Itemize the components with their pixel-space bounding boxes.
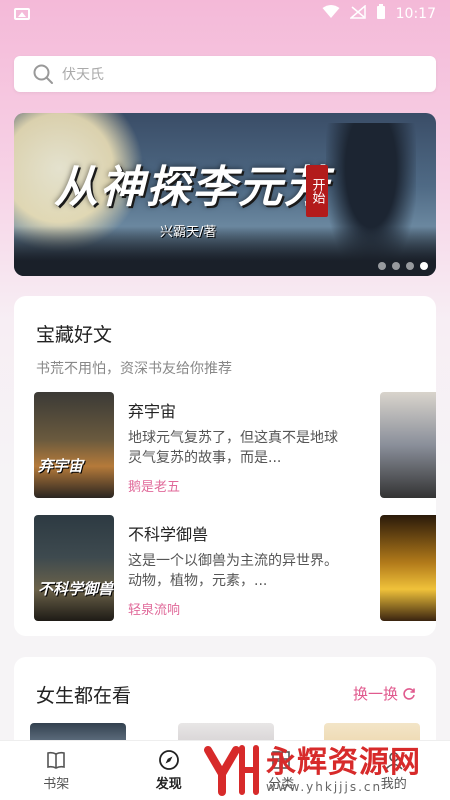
watermark-logo-icon <box>204 745 259 796</box>
book-description: 这是一个以御兽为主流的异世界。动物，植物，元素，... <box>128 553 338 589</box>
book-description: 地球元气复苏了，但这真不是地球灵气复苏的故事，而是... <box>128 430 338 466</box>
wifi-icon <box>322 5 340 23</box>
section-subtitle: 书荒不用怕，资深书友给你推荐 <box>36 361 232 377</box>
book-item[interactable]: 不科学御兽 不科学御兽 这是一个以御兽为主流的异世界。动物，植物，元素，... … <box>34 515 436 621</box>
search-input[interactable]: 伏天氏 <box>14 56 436 92</box>
book-cover[interactable]: 弃宇宙 <box>34 392 114 498</box>
book-item[interactable]: 弃宇宙 弃宇宙 地球元气复苏了，但这真不是地球灵气复苏的故事，而是... 鹅是老… <box>34 392 436 498</box>
gallery-icon <box>14 8 30 20</box>
refresh-button[interactable]: 换一换 <box>353 683 416 704</box>
tab-label: 发现 <box>155 777 182 792</box>
book-title: 弃宇宙 <box>128 402 177 421</box>
cover-title: 不科学御兽 <box>38 580 114 598</box>
battery-icon <box>376 4 386 24</box>
refresh-icon <box>403 687 415 700</box>
banner-dot[interactable] <box>392 262 400 270</box>
banner-dot[interactable] <box>406 262 414 270</box>
status-time: 10:17 <box>395 6 436 22</box>
book-author: 鹅是老五 <box>128 480 181 495</box>
tab-label: 书架 <box>43 777 70 792</box>
book-cover[interactable]: 不科学御兽 <box>34 515 114 621</box>
banner-seal: 开始 <box>306 165 328 217</box>
refresh-label: 换一换 <box>352 685 398 703</box>
no-signal-icon <box>348 4 366 23</box>
banner-pagination <box>378 262 428 270</box>
watermark-text: 永辉资源网 <box>266 745 421 780</box>
compass-icon <box>158 750 179 770</box>
tab-bookshelf[interactable]: 书架 <box>0 741 113 800</box>
status-bar: 10:17 <box>0 0 450 28</box>
book-title: 不科学御兽 <box>128 525 209 544</box>
section-title: 宝藏好文 <box>36 324 113 346</box>
banner-dot[interactable] <box>378 262 386 270</box>
section-treasure: 宝藏好文 书荒不用怕，资深书友给你推荐 弃宇宙 弃宇宙 地球元气复苏了，但这真不… <box>14 296 436 636</box>
book-icon <box>47 751 66 769</box>
banner-title: 从神探李元芳 <box>54 162 330 213</box>
banner-author: 兴霸天/著 <box>160 225 217 240</box>
banner-dot-active[interactable] <box>420 262 428 270</box>
cover-title: 弃宇宙 <box>38 457 84 475</box>
watermark-url: www.yhkjjjs.cn <box>266 780 383 794</box>
search-placeholder: 伏天氏 <box>62 67 104 83</box>
watermark: 永辉资源网 www.yhkjjjs.cn <box>200 740 450 800</box>
book-cover[interactable] <box>380 515 436 621</box>
book-author: 轻泉流响 <box>128 603 181 618</box>
book-cover[interactable] <box>380 392 436 498</box>
banner-carousel[interactable]: 从神探李元芳 开始 兴霸天/著 <box>14 113 436 276</box>
search-icon <box>33 64 53 84</box>
section-title: 女生都在看 <box>36 685 132 707</box>
banner-castle <box>14 226 436 276</box>
